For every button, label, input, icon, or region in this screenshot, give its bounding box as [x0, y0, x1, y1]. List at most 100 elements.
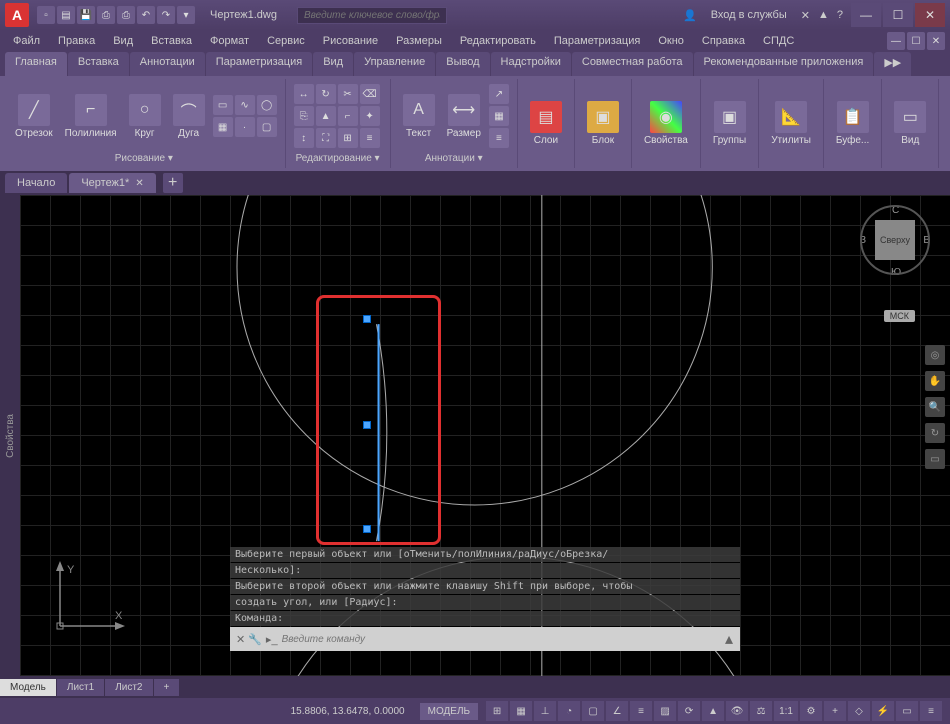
tab-annotate[interactable]: Аннотации: [130, 52, 205, 76]
open-icon[interactable]: ▤: [57, 6, 75, 24]
tab-featured[interactable]: Рекомендованные приложения: [694, 52, 874, 76]
orbit-icon[interactable]: ↻: [925, 423, 945, 443]
tab-addins[interactable]: Надстройки: [491, 52, 571, 76]
cmd-expand-icon[interactable]: ▴: [720, 629, 738, 649]
close-button[interactable]: ✕: [915, 3, 945, 27]
showmotion-icon[interactable]: ▭: [925, 449, 945, 469]
panel-draw-label[interactable]: Рисование ▾: [11, 151, 277, 166]
tab-output[interactable]: Вывод: [436, 52, 489, 76]
annomonitor-icon[interactable]: +: [824, 701, 846, 721]
doc-close-icon[interactable]: ✕: [927, 32, 945, 50]
fillet-icon[interactable]: ⌐: [338, 106, 358, 126]
menu-param[interactable]: Параметризация: [546, 33, 648, 49]
panel-ann-label[interactable]: Аннотации ▾: [399, 151, 509, 166]
tab-manage[interactable]: Управление: [354, 52, 435, 76]
panel-modify-label[interactable]: Редактирование ▾: [294, 151, 382, 166]
explode-icon[interactable]: ✦: [360, 106, 380, 126]
menu-spds[interactable]: СПДС: [755, 33, 802, 49]
grip-mid[interactable]: [363, 421, 371, 429]
scale-button[interactable]: 1:1: [774, 701, 798, 721]
ws-icon[interactable]: ⚙: [800, 701, 822, 721]
menu-draw[interactable]: Рисование: [315, 33, 386, 49]
tab-home[interactable]: Главная: [5, 52, 67, 76]
saveas-icon[interactable]: ⎙: [97, 6, 115, 24]
new-icon[interactable]: ▫: [37, 6, 55, 24]
offset-icon[interactable]: ≡: [360, 128, 380, 148]
rotate-icon[interactable]: ↻: [316, 84, 336, 104]
grip-end[interactable]: [363, 525, 371, 533]
hw-icon[interactable]: ⚡: [872, 701, 894, 721]
cycling-icon[interactable]: ⟳: [678, 701, 700, 721]
snap-icon[interactable]: ▦: [510, 701, 532, 721]
login-button[interactable]: Вход в службы: [705, 7, 793, 23]
grip-start[interactable]: [363, 315, 371, 323]
drawing-canvas[interactable]: С З В Ю Сверху МСК ◎ ✋ 🔍 ↻ ▭ Y X: [20, 195, 950, 676]
arc-button[interactable]: ⌒Дуга: [169, 92, 209, 141]
props-button[interactable]: ◉Свойства: [640, 99, 692, 148]
menu-dim[interactable]: Размеры: [388, 33, 450, 49]
ellipse-icon[interactable]: ◯: [257, 95, 277, 115]
utils-button[interactable]: 📐Утилиты: [767, 99, 815, 148]
doc-max-icon[interactable]: ☐: [907, 32, 925, 50]
circle-button[interactable]: ○Круг: [125, 92, 165, 141]
grid-icon[interactable]: ⊞: [486, 701, 508, 721]
maximize-button[interactable]: ☐: [883, 3, 913, 27]
erase-icon[interactable]: ⌫: [360, 84, 380, 104]
mirror-icon[interactable]: ▲: [316, 106, 336, 126]
menu-help[interactable]: Справка: [694, 33, 753, 49]
polyline-button[interactable]: ⌐Полилиния: [61, 92, 121, 141]
array-icon[interactable]: ⊞: [338, 128, 358, 148]
annoscale-icon[interactable]: ▲: [702, 701, 724, 721]
stretch-icon[interactable]: ↕: [294, 128, 314, 148]
autoscale-icon[interactable]: ⚖: [750, 701, 772, 721]
mtext-icon[interactable]: ≡: [489, 128, 509, 148]
region-icon[interactable]: ▢: [257, 117, 277, 137]
exchange-icon[interactable]: ✕: [801, 9, 810, 22]
search-input[interactable]: [297, 7, 447, 24]
menu-modify[interactable]: Редактировать: [452, 33, 544, 49]
otrack-icon[interactable]: ∠: [606, 701, 628, 721]
groups-button[interactable]: ▣Группы: [709, 99, 750, 148]
hatch-icon[interactable]: ▦: [213, 117, 233, 137]
minimize-button[interactable]: —: [851, 3, 881, 27]
ucs-badge[interactable]: МСК: [884, 310, 915, 322]
clipboard-button[interactable]: 📋Буфе...: [832, 99, 873, 148]
new-tab-button[interactable]: +: [163, 173, 183, 193]
pan-icon[interactable]: ✋: [925, 371, 945, 391]
table-icon[interactable]: ▦: [489, 106, 509, 126]
clean-icon[interactable]: ▭: [896, 701, 918, 721]
rect-icon[interactable]: ▭: [213, 95, 233, 115]
help-icon[interactable]: ?: [837, 9, 843, 21]
osnap-icon[interactable]: ▢: [582, 701, 604, 721]
command-input[interactable]: [278, 632, 720, 647]
qat-more-icon[interactable]: ▾: [177, 6, 195, 24]
view-button[interactable]: ▭Вид: [890, 99, 930, 148]
redo-icon[interactable]: ↷: [157, 6, 175, 24]
scale-icon[interactable]: ⛶: [316, 128, 336, 148]
line-button[interactable]: ╱Отрезок: [11, 92, 57, 141]
leader-icon[interactable]: ↗: [489, 84, 509, 104]
annovisibility-icon[interactable]: 👁: [726, 701, 748, 721]
tab-collab[interactable]: Совместная работа: [572, 52, 693, 76]
cart-icon[interactable]: ▲: [818, 9, 829, 21]
plot-icon[interactable]: ⎙: [117, 6, 135, 24]
menu-insert[interactable]: Вставка: [143, 33, 200, 49]
tab-view[interactable]: Вид: [313, 52, 353, 76]
close-tab-icon[interactable]: ✕: [135, 178, 143, 189]
text-button[interactable]: AТекст: [399, 92, 439, 141]
layout-model[interactable]: Модель: [0, 679, 56, 696]
polar-icon[interactable]: ◔: [558, 701, 580, 721]
block-button[interactable]: ▣Блок: [583, 99, 623, 148]
layers-button[interactable]: ▤Слои: [526, 99, 566, 148]
cmd-close-icon[interactable]: ✕: [236, 633, 245, 646]
user-icon[interactable]: 👤: [683, 9, 697, 22]
menu-window[interactable]: Окно: [650, 33, 692, 49]
layout-add[interactable]: +: [154, 679, 180, 696]
doc-min-icon[interactable]: —: [887, 32, 905, 50]
copy-icon[interactable]: ⎘: [294, 106, 314, 126]
move-icon[interactable]: ↔: [294, 84, 314, 104]
menu-tools[interactable]: Сервис: [259, 33, 313, 49]
menu-view[interactable]: Вид: [105, 33, 141, 49]
tab-extra[interactable]: ▶▶: [874, 52, 911, 76]
zoom-icon[interactable]: 🔍: [925, 397, 945, 417]
